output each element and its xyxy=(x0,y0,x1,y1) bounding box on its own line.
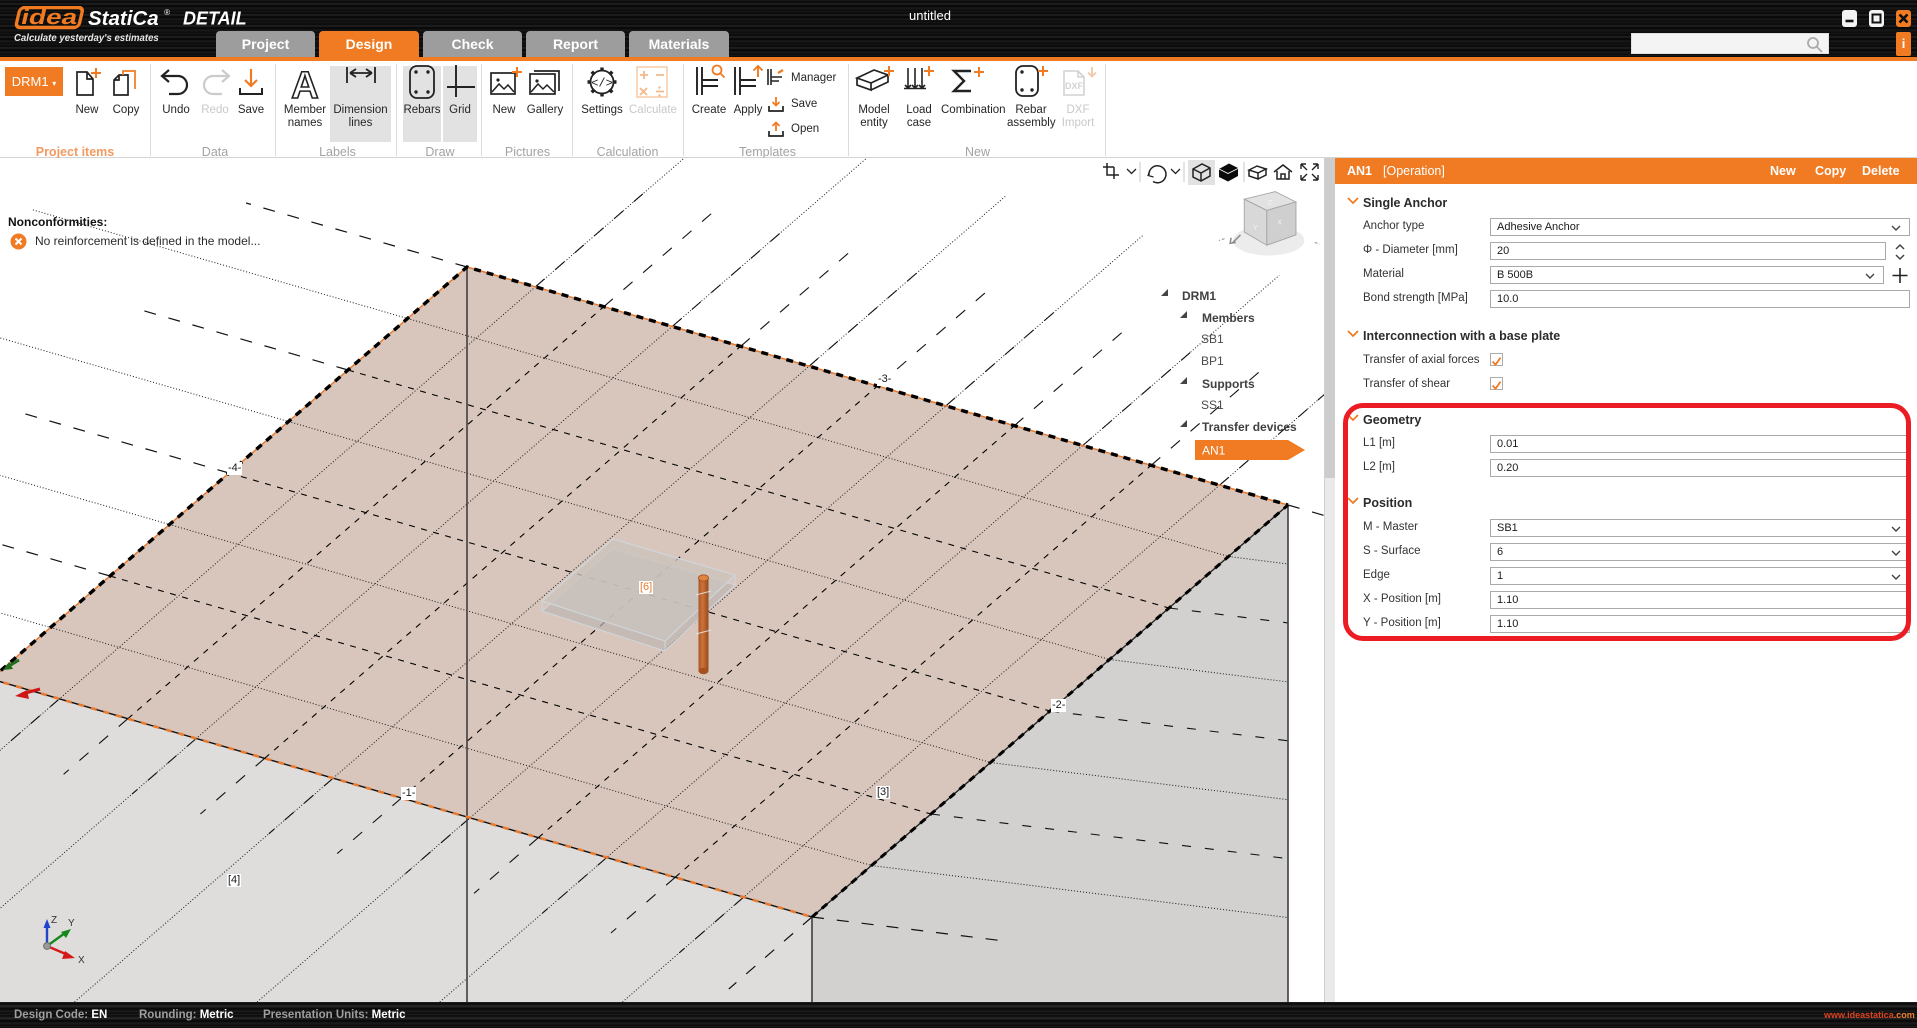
svg-text:X: X xyxy=(1277,218,1282,227)
svg-text:Z: Z xyxy=(1268,198,1273,207)
svg-text:Y: Y xyxy=(1253,223,1258,232)
svg-text:StatiCa: StatiCa xyxy=(88,7,159,30)
svg-text:DXF: DXF xyxy=(1065,81,1084,91)
svg-text:idea: idea xyxy=(19,6,81,29)
svg-text:®: ® xyxy=(164,8,170,17)
svg-text:X: X xyxy=(78,955,85,966)
svg-text:A: A xyxy=(291,65,318,103)
svg-text:</>: </> xyxy=(591,77,613,91)
svg-text:AN1: AN1 xyxy=(1202,444,1226,458)
svg-text:Z: Z xyxy=(51,915,57,926)
svg-text:DETAIL: DETAIL xyxy=(183,9,247,29)
svg-text:Y: Y xyxy=(68,918,75,929)
